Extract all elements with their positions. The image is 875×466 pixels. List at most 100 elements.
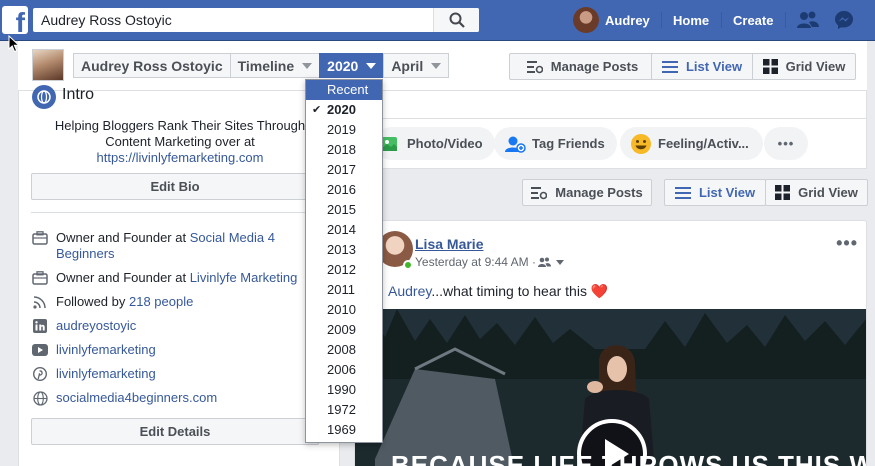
list-view-button[interactable]: List View <box>664 179 766 206</box>
nav-divider <box>785 12 786 28</box>
chevron-down-icon <box>431 62 442 69</box>
dropdown-item-1972[interactable]: 1972 <box>306 400 382 420</box>
dropdown-item-recent[interactable]: Recent <box>306 80 382 100</box>
bio-link[interactable]: https://livinlyfemarketing.com <box>97 150 264 165</box>
messenger-button[interactable] <box>832 9 856 31</box>
pinterest-icon <box>31 366 49 382</box>
facebook-logo[interactable]: f <box>2 6 28 38</box>
manage-posts-button[interactable]: Manage Posts <box>522 179 652 206</box>
dropdown-item-2009[interactable]: 2009 <box>306 320 382 340</box>
tag-friends-icon <box>504 133 526 155</box>
profile-thumbnail[interactable] <box>32 49 64 81</box>
search-icon <box>449 12 465 28</box>
dropdown-item-label: 2014 <box>327 222 356 237</box>
pinterest-link[interactable]: livinlyfemarketing <box>56 366 156 382</box>
photo-video-button[interactable]: Photo/Video <box>375 127 495 160</box>
dropdown-item-2011[interactable]: 2011 <box>306 280 382 300</box>
list-view-icon <box>674 186 691 199</box>
dropdown-item-label: 2010 <box>327 302 356 317</box>
grid-view-label: Grid View <box>785 59 846 74</box>
nav-user-name: Audrey <box>605 12 650 28</box>
work-link[interactable]: Livinlyfe Marketing <box>190 270 298 285</box>
search-box <box>33 8 479 32</box>
chevron-down-icon[interactable] <box>555 259 564 265</box>
pinterest-item: livinlyfemarketing <box>31 366 321 382</box>
briefcase-icon <box>31 230 49 246</box>
more-options-button[interactable]: ••• <box>764 127 808 160</box>
intro-card: Intro Helping Bloggers Rank Their Sites … <box>18 85 340 466</box>
dropdown-item-label: 2016 <box>327 182 356 197</box>
dropdown-item-2014[interactable]: 2014 <box>306 220 382 240</box>
dropdown-item-2015[interactable]: 2015 <box>306 200 382 220</box>
followers-prefix: Followed by <box>56 294 129 309</box>
work-text: Owner and Founder at Livinlyfe Marketing <box>56 270 297 286</box>
grid-view-button[interactable]: Grid View <box>765 179 868 206</box>
edit-details-button[interactable]: Edit Details <box>31 418 319 445</box>
post-options-button[interactable]: ••• <box>836 233 858 254</box>
nav-profile-link[interactable]: Audrey <box>573 7 650 33</box>
cover-strip <box>354 91 867 119</box>
bio-text: Helping Bloggers Rank Their Sites Throug… <box>31 118 329 166</box>
dropdown-item-1990[interactable]: 1990 <box>306 380 382 400</box>
followers-link[interactable]: 218 people <box>129 294 193 309</box>
youtube-icon <box>31 342 49 358</box>
facebook-logo-letter: f <box>15 7 25 38</box>
crumb-label: 2020 <box>327 57 359 74</box>
online-status-dot <box>403 260 413 270</box>
youtube-item: livinlyfemarketing <box>31 342 321 358</box>
grid-view-button[interactable]: Grid View <box>752 53 856 80</box>
list-view-label: List View <box>698 185 756 200</box>
post-timestamp[interactable]: Yesterday at 9:44 AM · <box>415 255 536 269</box>
website-link[interactable]: socialmedia4beginners.com <box>56 390 217 406</box>
youtube-link[interactable]: livinlyfemarketing <box>56 342 156 358</box>
post-text: Audrey...what timing to hear this ❤️ <box>388 283 608 300</box>
friend-requests-button[interactable] <box>796 9 820 31</box>
breadcrumb: Audrey Ross Ostoyic Timeline 2020 April <box>73 53 450 78</box>
briefcase-icon <box>31 270 49 286</box>
dropdown-item-label: 2013 <box>327 242 356 257</box>
manage-posts-button[interactable]: Manage Posts <box>509 53 656 80</box>
dropdown-item-label: 1972 <box>327 402 356 417</box>
home-link[interactable]: Home <box>673 13 709 28</box>
dropdown-item-label: 2020 <box>327 102 356 117</box>
dropdown-item-2008[interactable]: 2008 <box>306 340 382 360</box>
nav-divider <box>661 12 662 28</box>
friends-audience-icon[interactable] <box>537 257 551 267</box>
dropdown-item-2016[interactable]: 2016 <box>306 180 382 200</box>
crumb-month[interactable]: April <box>383 53 450 78</box>
linkedin-link[interactable]: audreyostoyic <box>56 318 136 334</box>
crumb-profile-name[interactable]: Audrey Ross Ostoyic <box>73 53 231 78</box>
dropdown-item-2019[interactable]: 2019 <box>306 120 382 140</box>
create-link[interactable]: Create <box>733 13 773 28</box>
edit-bio-button[interactable]: Edit Bio <box>31 173 319 200</box>
tag-friends-button[interactable]: Tag Friends <box>494 127 617 160</box>
crumb-year[interactable]: 2020 <box>319 53 385 78</box>
feeling-activity-button[interactable]: Feeling/Activ... <box>620 127 763 160</box>
list-view-button[interactable]: List View <box>651 53 753 80</box>
search-input[interactable] <box>33 8 433 32</box>
dropdown-item-label: 2006 <box>327 362 356 377</box>
search-button[interactable] <box>433 8 479 32</box>
grid-view-icon <box>762 59 778 74</box>
crumb-timeline[interactable]: Timeline <box>229 53 321 78</box>
post-meta: Yesterday at 9:44 AM · <box>415 255 564 269</box>
manage-posts-icon <box>526 60 543 73</box>
website-item: socialmedia4beginners.com <box>31 390 321 406</box>
post-video[interactable]: BECAUSE LIFE THROWS US THIS WACKY <box>355 309 866 466</box>
heart-emoji: ❤️ <box>590 283 609 299</box>
dropdown-item-2010[interactable]: 2010 <box>306 300 382 320</box>
dropdown-item-2020[interactable]: ✔ 2020 <box>306 100 382 120</box>
messenger-icon <box>835 11 853 29</box>
post-mention-link[interactable]: Audrey <box>388 283 431 299</box>
dropdown-item-2006[interactable]: 2006 <box>306 360 382 380</box>
friends-icon <box>797 11 819 28</box>
work-item: Owner and Founder at Social Media 4 Begi… <box>31 230 321 262</box>
dropdown-item-label: Recent <box>327 82 369 97</box>
dropdown-item-2013[interactable]: 2013 <box>306 240 382 260</box>
dropdown-item-2017[interactable]: 2017 <box>306 160 382 180</box>
dropdown-item-1969[interactable]: 1969 <box>306 420 382 440</box>
dropdown-item-2018[interactable]: 2018 <box>306 140 382 160</box>
grid-view-label: Grid View <box>798 185 858 200</box>
post-author-link[interactable]: Lisa Marie <box>415 236 483 252</box>
dropdown-item-2012[interactable]: 2012 <box>306 260 382 280</box>
